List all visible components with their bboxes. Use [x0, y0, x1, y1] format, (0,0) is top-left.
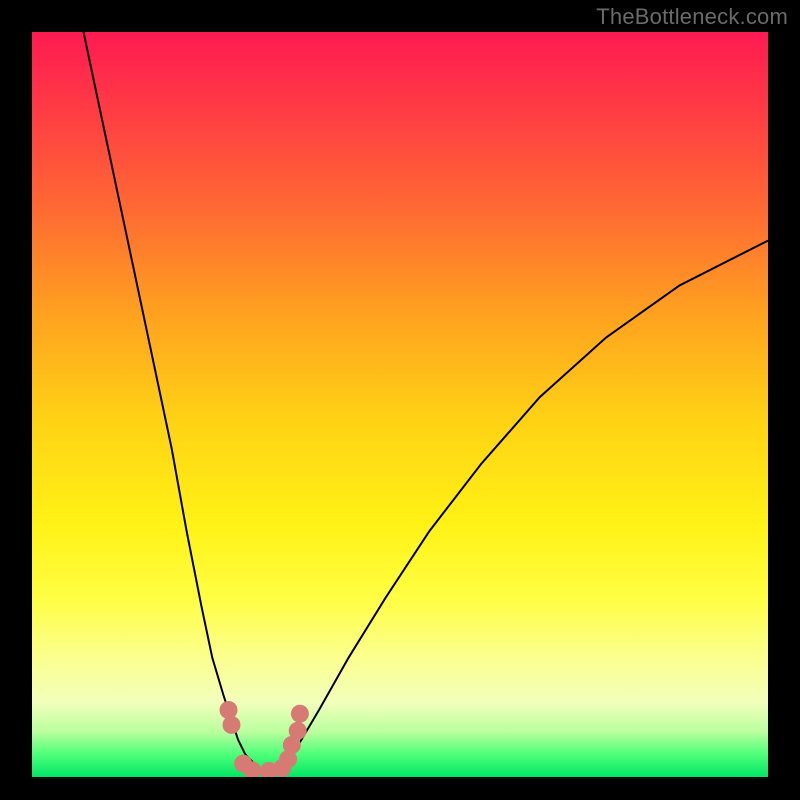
data-point: [223, 716, 241, 734]
data-points: [220, 701, 309, 777]
watermark-text: TheBottleneck.com: [596, 4, 788, 30]
curves-svg: [32, 32, 768, 777]
data-point: [291, 705, 309, 723]
curve-left: [84, 32, 268, 777]
data-point: [289, 722, 307, 740]
data-point: [220, 701, 238, 719]
plot-area: [32, 32, 768, 777]
curve-right: [268, 241, 769, 777]
chart-container: TheBottleneck.com: [0, 0, 800, 800]
